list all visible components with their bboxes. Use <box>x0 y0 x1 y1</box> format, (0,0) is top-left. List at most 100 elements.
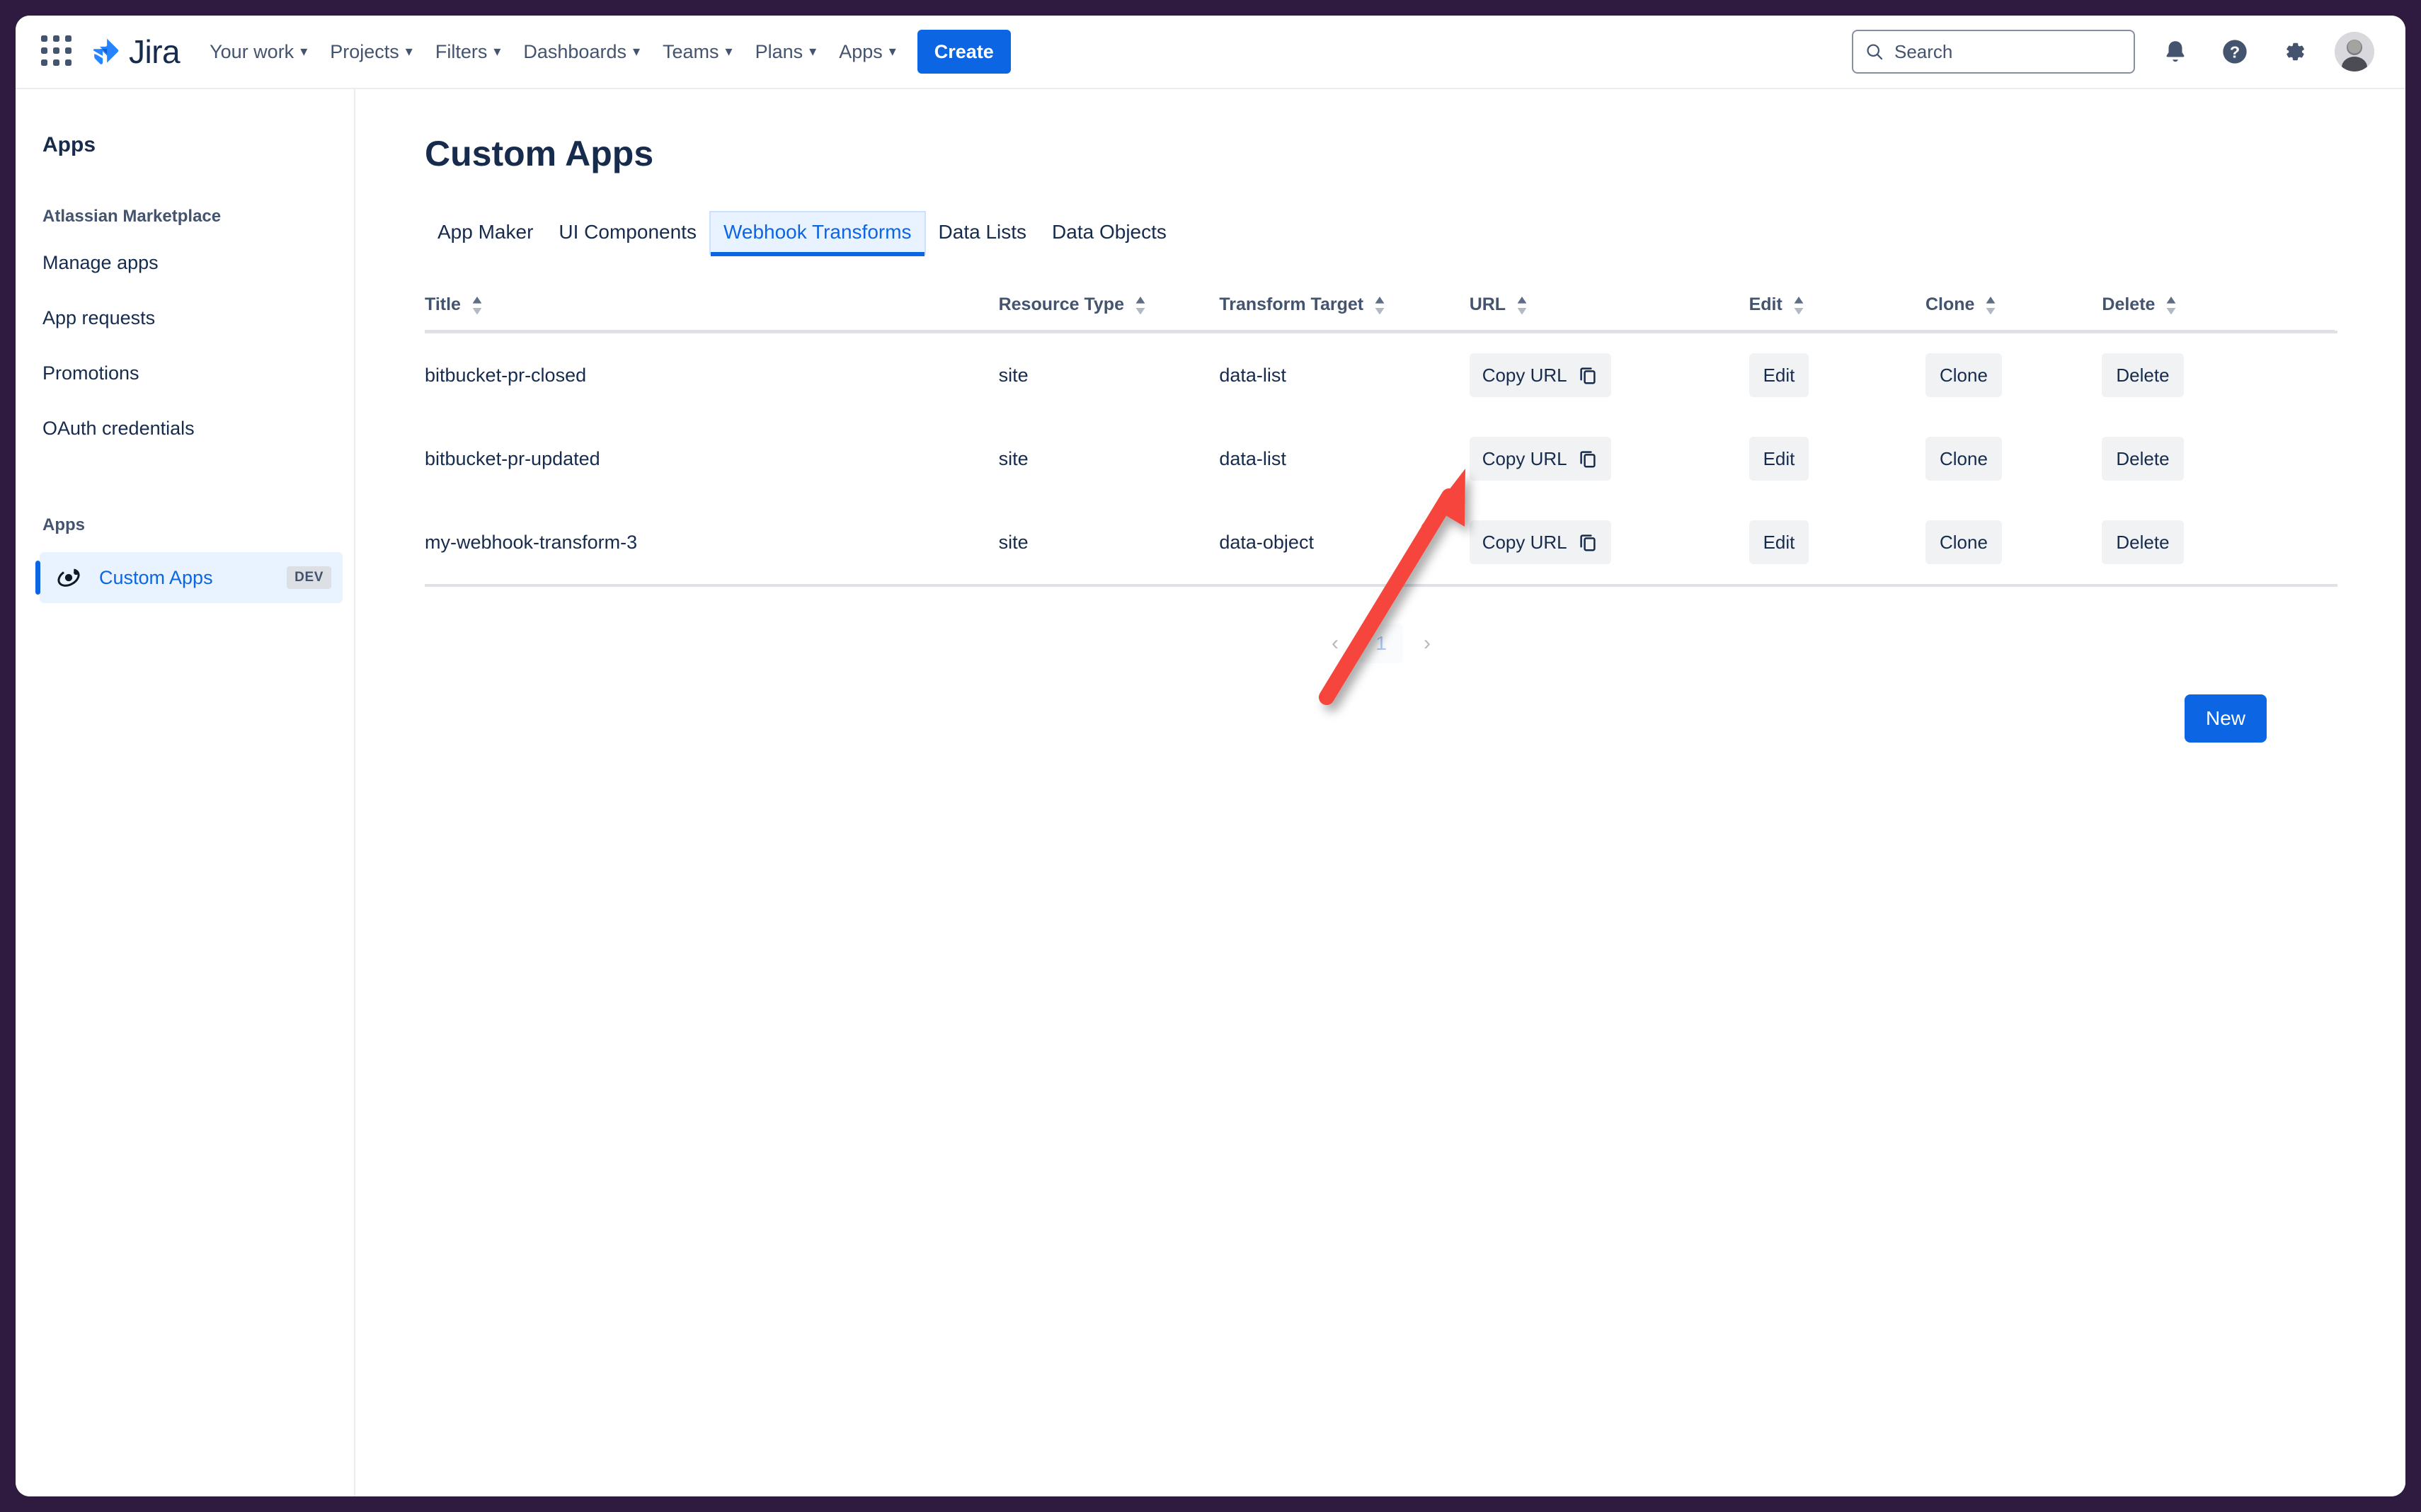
column-header-url[interactable]: URL <box>1469 294 1749 333</box>
chevron-down-icon: ▾ <box>809 44 817 59</box>
grid-dot <box>65 47 71 54</box>
settings-icon[interactable] <box>2275 33 2313 71</box>
svg-text:?: ? <box>2230 42 2240 61</box>
webhook-transforms-table: Title Resource Type Transform Target URL… <box>425 294 2337 743</box>
edit-button[interactable]: Edit <box>1748 353 1809 397</box>
cell-transform-target: data-list <box>1219 447 1286 469</box>
table-row: bitbucket-pr-closed site data-list Copy … <box>425 332 2337 417</box>
column-header-transform-target[interactable]: Transform Target <box>1219 294 1470 333</box>
cell-delete: Delete <box>2102 417 2337 500</box>
tab-webhook-transforms[interactable]: Webhook Transforms <box>709 211 926 256</box>
delete-button[interactable]: Delete <box>2102 437 2184 481</box>
grid-dot <box>41 59 47 66</box>
tab-ui-components[interactable]: UI Components <box>546 211 709 255</box>
cell-url: Copy URL <box>1469 500 1749 587</box>
column-header-resource-type[interactable]: Resource Type <box>998 294 1220 333</box>
copy-url-button[interactable]: Copy URL <box>1469 353 1611 397</box>
copy-url-label: Copy URL <box>1482 531 1567 553</box>
jira-home-link[interactable]: Jira <box>89 33 181 71</box>
copy-url-button[interactable]: Copy URL <box>1469 520 1611 564</box>
table-header-row: Title Resource Type Transform Target URL… <box>425 294 2337 333</box>
apps-grid-icon[interactable] <box>41 35 74 68</box>
cell-url: Copy URL <box>1469 332 1749 417</box>
grid-dot <box>53 59 59 66</box>
sidebar-item-app-requests[interactable]: App requests <box>16 299 354 337</box>
search-input[interactable]: Search <box>1852 30 2135 74</box>
sidebar: Apps Atlassian Marketplace Manage apps A… <box>16 89 355 1496</box>
tab-data-objects[interactable]: Data Objects <box>1039 211 1179 255</box>
nav-item-projects[interactable]: Projects ▾ <box>319 28 424 75</box>
nav-label: Your work <box>210 40 294 62</box>
edit-button[interactable]: Edit <box>1748 520 1809 564</box>
copy-icon <box>1580 451 1596 468</box>
help-icon[interactable]: ? <box>2216 33 2254 71</box>
tab-app-maker[interactable]: App Maker <box>425 211 546 255</box>
sort-icon <box>2167 296 2176 315</box>
column-label: Resource Type <box>998 294 1124 314</box>
chevron-down-icon: ▾ <box>300 44 308 59</box>
column-header-title[interactable]: Title <box>425 294 999 333</box>
nav-item-filters[interactable]: Filters ▾ <box>424 28 513 75</box>
pagination-prev-button[interactable]: ‹ <box>1315 624 1355 663</box>
sidebar-item-promotions[interactable]: Promotions <box>16 354 354 392</box>
notifications-icon[interactable] <box>2156 33 2194 71</box>
column-header-clone[interactable]: Clone <box>1925 294 2102 333</box>
delete-button[interactable]: Delete <box>2102 520 2184 564</box>
delete-button[interactable]: Delete <box>2102 353 2184 397</box>
column-header-edit[interactable]: Edit <box>1748 294 1925 333</box>
column-label: Delete <box>2102 294 2156 314</box>
jira-logo-icon <box>93 38 119 64</box>
cell-title: bitbucket-pr-closed <box>425 364 587 386</box>
jira-wordmark: Jira <box>129 33 181 70</box>
create-button[interactable]: Create <box>917 30 1011 74</box>
clone-button[interactable]: Clone <box>1925 437 2002 481</box>
sidebar-item-oauth-credentials[interactable]: OAuth credentials <box>16 409 354 447</box>
cell-title: my-webhook-transform-3 <box>425 500 999 587</box>
avatar[interactable] <box>2335 32 2374 71</box>
main-content: Custom Apps App Maker UI Components Webh… <box>357 89 2405 1496</box>
edit-button[interactable]: Edit <box>1748 437 1809 481</box>
page-title: Custom Apps <box>425 134 654 173</box>
sidebar-title: Apps <box>42 133 96 156</box>
grid-dot <box>41 47 47 54</box>
nav-label: Filters <box>435 40 488 62</box>
question-circle-icon: ? <box>2223 40 2247 64</box>
sidebar-item-label: Custom Apps <box>99 566 213 588</box>
copy-url-label: Copy URL <box>1482 447 1567 469</box>
cell-delete: Delete <box>2102 332 2337 417</box>
sidebar-group-apps: Apps <box>42 515 85 534</box>
clone-button[interactable]: Clone <box>1925 353 2002 397</box>
pagination-next-button[interactable]: › <box>1407 624 1447 663</box>
grid-dot <box>53 47 59 54</box>
cell-clone: Clone <box>1925 500 2102 587</box>
nav-item-dashboards[interactable]: Dashboards ▾ <box>512 28 651 75</box>
sidebar-item-manage-apps[interactable]: Manage apps <box>16 244 354 282</box>
tab-bar: App Maker UI Components Webhook Transfor… <box>425 211 2405 256</box>
sidebar-item-custom-apps[interactable]: Custom Apps DEV <box>35 552 343 603</box>
table-body: bitbucket-pr-closed site data-list Copy … <box>425 332 2337 587</box>
column-header-delete[interactable]: Delete <box>2102 294 2337 333</box>
cell-clone: Clone <box>1925 332 2102 417</box>
nav-item-apps[interactable]: Apps ▾ <box>828 28 908 75</box>
nav-item-plans[interactable]: Plans ▾ <box>744 28 828 75</box>
sort-icon <box>1375 296 1385 315</box>
grid-dot <box>41 35 47 42</box>
chevron-down-icon: ▾ <box>632 44 641 59</box>
status-badge: DEV <box>287 566 331 589</box>
sort-icon <box>472 296 482 315</box>
pagination-page-1[interactable]: 1 <box>1359 624 1403 663</box>
nav-item-your-work[interactable]: Your work ▾ <box>198 28 319 75</box>
clone-button[interactable]: Clone <box>1925 520 2002 564</box>
column-label: Clone <box>1925 294 1975 314</box>
nav-item-teams[interactable]: Teams ▾ <box>651 28 744 75</box>
cell-transform-target: data-list <box>1219 364 1286 386</box>
copy-url-button[interactable]: Copy URL <box>1469 437 1611 481</box>
copy-icon <box>1580 367 1596 384</box>
cell-transform-target: data-object <box>1219 500 1470 587</box>
gear-icon <box>2286 42 2304 61</box>
sort-icon <box>1986 296 1996 315</box>
avatar-image <box>2335 32 2374 71</box>
column-label: Title <box>425 294 461 314</box>
tab-data-lists[interactable]: Data Lists <box>926 211 1040 255</box>
new-button[interactable]: New <box>2184 694 2267 743</box>
